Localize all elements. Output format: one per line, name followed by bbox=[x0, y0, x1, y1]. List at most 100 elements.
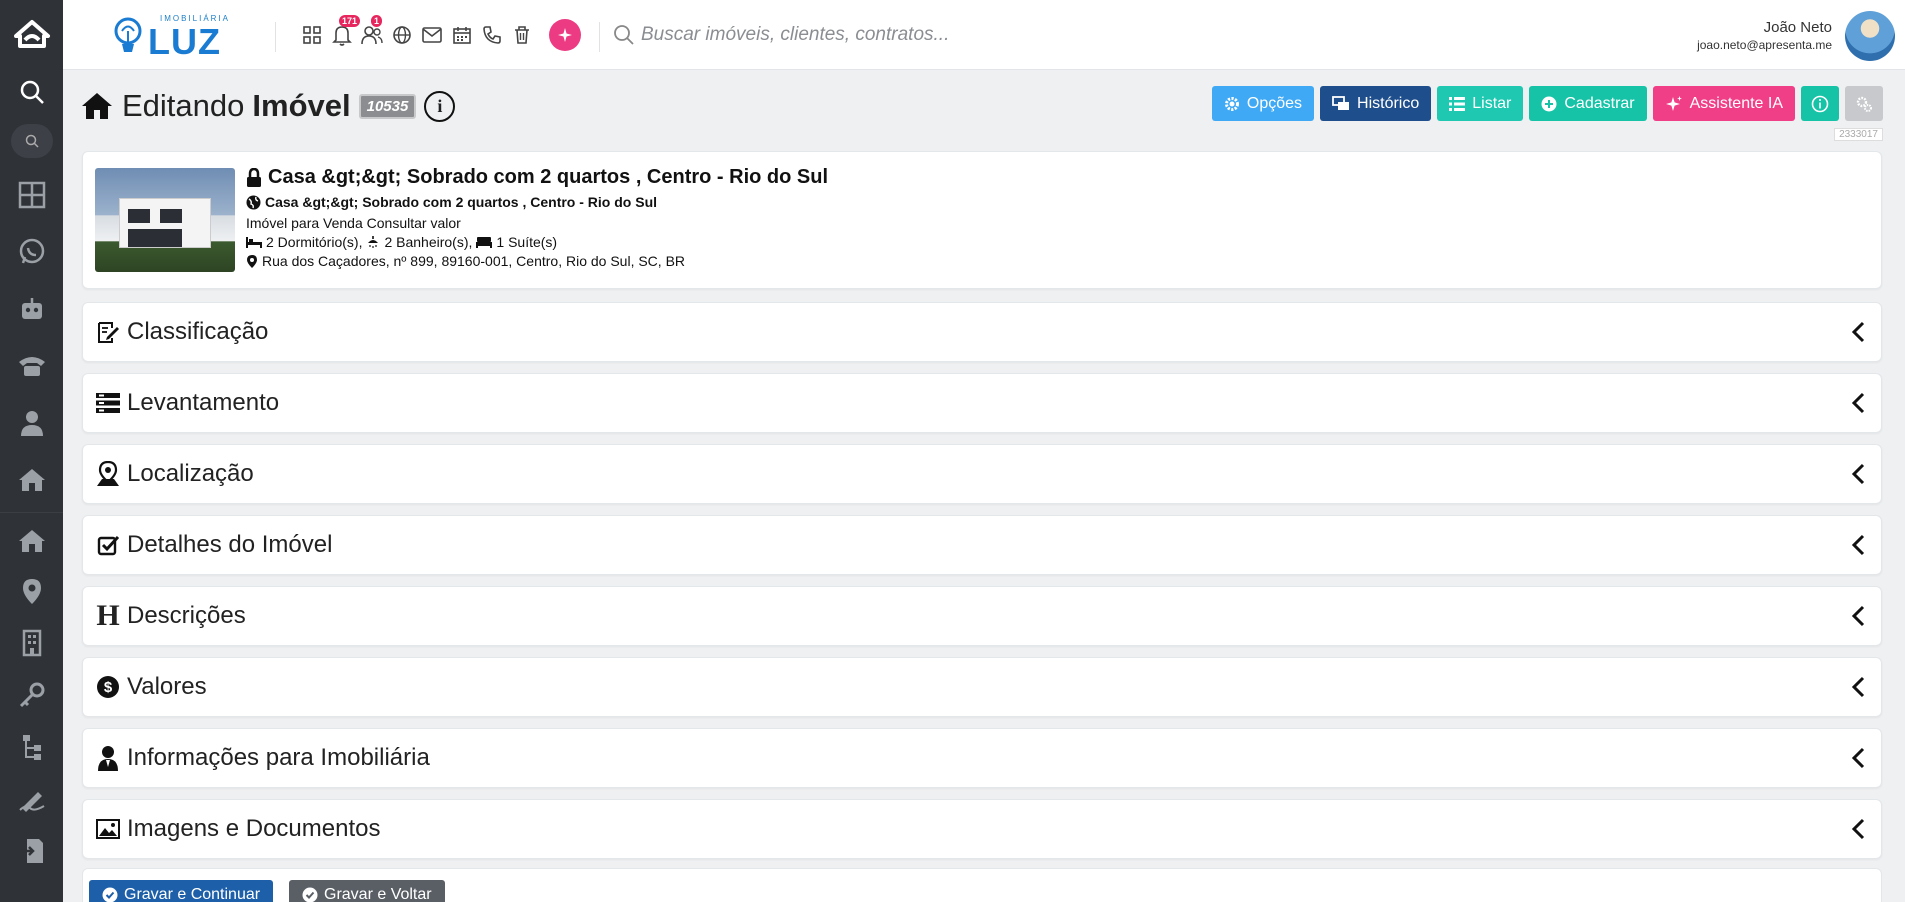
dollar-circle-icon: $ bbox=[95, 674, 121, 700]
users-icon[interactable]: 1 bbox=[359, 15, 385, 48]
property-subtitle: Casa &gt;&gt; Sobrado com 2 quartos , Ce… bbox=[246, 194, 657, 210]
options-button[interactable]: Opções bbox=[1211, 86, 1315, 121]
list-bars-icon bbox=[95, 390, 121, 416]
section-label: Levantamento bbox=[127, 389, 280, 416]
property-subtitle-text: Casa &gt;&gt; Sobrado com 2 quartos , Ce… bbox=[265, 194, 658, 210]
info-circle-icon[interactable]: i bbox=[424, 90, 456, 122]
ai-assistant-button[interactable]: Assistente IA bbox=[1652, 86, 1795, 121]
lock-icon bbox=[247, 167, 261, 187]
mail-icon[interactable] bbox=[419, 22, 445, 48]
section-localizacao[interactable]: Localização bbox=[82, 444, 1882, 504]
section-descricoes[interactable]: H Descrições bbox=[82, 586, 1882, 646]
quick-search-button[interactable] bbox=[0, 116, 63, 166]
whatsapp-icon[interactable] bbox=[0, 223, 63, 280]
chevron-left-icon bbox=[1851, 676, 1865, 698]
dashboard-icon[interactable] bbox=[0, 166, 63, 223]
list-label: Listar bbox=[1472, 94, 1512, 112]
options-label: Opções bbox=[1246, 94, 1303, 112]
gear-icon bbox=[1224, 96, 1239, 111]
save-continue-button[interactable]: Gravar e Continuar bbox=[89, 880, 274, 902]
globe-icon[interactable] bbox=[389, 22, 415, 48]
key-icon[interactable] bbox=[0, 669, 63, 721]
user-name[interactable]: João Neto bbox=[1764, 19, 1832, 36]
globe-icon bbox=[246, 195, 261, 209]
version-code: 2333017 bbox=[1834, 128, 1883, 141]
person-icon[interactable] bbox=[0, 394, 63, 451]
property-title: Casa &gt;&gt; Sobrado com 2 quartos , Ce… bbox=[246, 166, 828, 189]
avatar[interactable] bbox=[1845, 11, 1895, 61]
section-detalhes[interactable]: Detalhes do Imóvel bbox=[82, 515, 1882, 575]
home-icon[interactable] bbox=[0, 451, 63, 508]
save-continue-label: Gravar e Continuar bbox=[124, 886, 261, 902]
create-button[interactable]: Cadastrar bbox=[1529, 86, 1647, 121]
action-toolbar: Opções Histórico Listar Cadastrar Assist… bbox=[1211, 86, 1883, 121]
section-label: Valores bbox=[127, 673, 207, 700]
image-icon bbox=[95, 816, 121, 842]
check-square-icon bbox=[95, 532, 121, 558]
top-bar: IMOBILIÁRIA LUZ 171 1 João Neto joao.net… bbox=[63, 0, 1905, 70]
save-back-button[interactable]: Gravar e Voltar bbox=[289, 880, 445, 902]
shower-icon bbox=[368, 236, 379, 248]
property-photo[interactable] bbox=[95, 168, 235, 272]
property-title-text: Casa &gt;&gt; Sobrado com 2 quartos , Ce… bbox=[268, 166, 829, 188]
global-search-input[interactable] bbox=[641, 21, 1061, 49]
trash-icon[interactable] bbox=[509, 22, 535, 48]
building-icon[interactable] bbox=[0, 617, 63, 669]
section-label: Localização bbox=[127, 460, 254, 487]
notifications-badge: 171 bbox=[339, 15, 361, 27]
info-button[interactable] bbox=[1801, 86, 1839, 121]
property-rooms-line: 2 Dormitório(s), 2 Banheiro(s), 1 Suíte(… bbox=[246, 234, 557, 250]
double-bed-icon bbox=[476, 237, 493, 248]
users-badge: 1 bbox=[371, 15, 383, 27]
property-status-text: Imóvel para Venda Consultar valor bbox=[246, 215, 461, 231]
section-imagens-documentos[interactable]: Imagens e Documentos bbox=[82, 799, 1882, 859]
section-valores[interactable]: $ Valores bbox=[82, 657, 1882, 717]
list-icon bbox=[1449, 96, 1466, 111]
search-icon[interactable] bbox=[0, 68, 63, 116]
section-informacoes-imobiliaria[interactable]: Informações para Imobiliária bbox=[82, 728, 1882, 788]
robot-icon[interactable] bbox=[0, 280, 63, 337]
signature-icon[interactable] bbox=[0, 773, 63, 825]
heading-h-icon: H bbox=[96, 599, 120, 632]
search-icon bbox=[614, 25, 634, 45]
chevron-left-icon bbox=[1851, 321, 1865, 343]
sitemap-icon[interactable] bbox=[0, 721, 63, 773]
gears-icon bbox=[1856, 96, 1872, 112]
settings-button[interactable] bbox=[1845, 86, 1883, 121]
form-footer: Gravar e Continuar Gravar e Voltar bbox=[82, 868, 1882, 902]
location-pin-icon[interactable] bbox=[0, 565, 63, 617]
check-circle-icon bbox=[102, 887, 118, 902]
topbar-divider bbox=[599, 22, 600, 52]
app-logo-icon[interactable] bbox=[0, 0, 63, 68]
brand-logo[interactable]: IMOBILIÁRIA LUZ bbox=[108, 12, 238, 62]
section-levantamento[interactable]: Levantamento bbox=[82, 373, 1882, 433]
bed-icon bbox=[246, 237, 262, 248]
chevron-left-icon bbox=[1851, 605, 1865, 627]
calendar-icon[interactable] bbox=[449, 22, 475, 48]
property-summary-card: Casa &gt;&gt; Sobrado com 2 quartos , Ce… bbox=[82, 151, 1882, 289]
history-label: Histórico bbox=[1357, 94, 1420, 112]
notifications-bell-icon[interactable]: 171 bbox=[329, 15, 361, 48]
property-photo-house bbox=[119, 198, 211, 248]
history-button[interactable]: Histórico bbox=[1320, 86, 1432, 121]
suites-text: 1 Suíte(s) bbox=[496, 234, 558, 250]
property-photo-window bbox=[160, 209, 182, 223]
bedrooms-text: 2 Dormitório(s), bbox=[266, 234, 363, 250]
property-address-line: Rua dos Caçadores, nº 899, 89160-001, Ce… bbox=[246, 253, 685, 269]
list-button[interactable]: Listar bbox=[1437, 86, 1524, 121]
phone-call-icon[interactable] bbox=[479, 22, 505, 48]
sidebar-divider bbox=[0, 512, 63, 513]
apps-grid-icon[interactable] bbox=[299, 22, 325, 48]
file-import-icon[interactable] bbox=[0, 825, 63, 877]
section-classificacao[interactable]: Classificação bbox=[82, 302, 1882, 362]
property-home-icon[interactable] bbox=[0, 517, 63, 565]
ai-assistant-icon[interactable] bbox=[549, 19, 581, 51]
section-label: Informações para Imobiliária bbox=[127, 744, 430, 771]
lightbulb-icon bbox=[114, 17, 142, 52]
plus-circle-icon bbox=[1541, 96, 1557, 111]
home-icon bbox=[82, 93, 112, 119]
left-sidebar bbox=[0, 0, 63, 902]
phone-icon[interactable] bbox=[0, 337, 63, 394]
brand-name: LUZ bbox=[148, 21, 221, 62]
chevron-left-icon bbox=[1851, 463, 1865, 485]
